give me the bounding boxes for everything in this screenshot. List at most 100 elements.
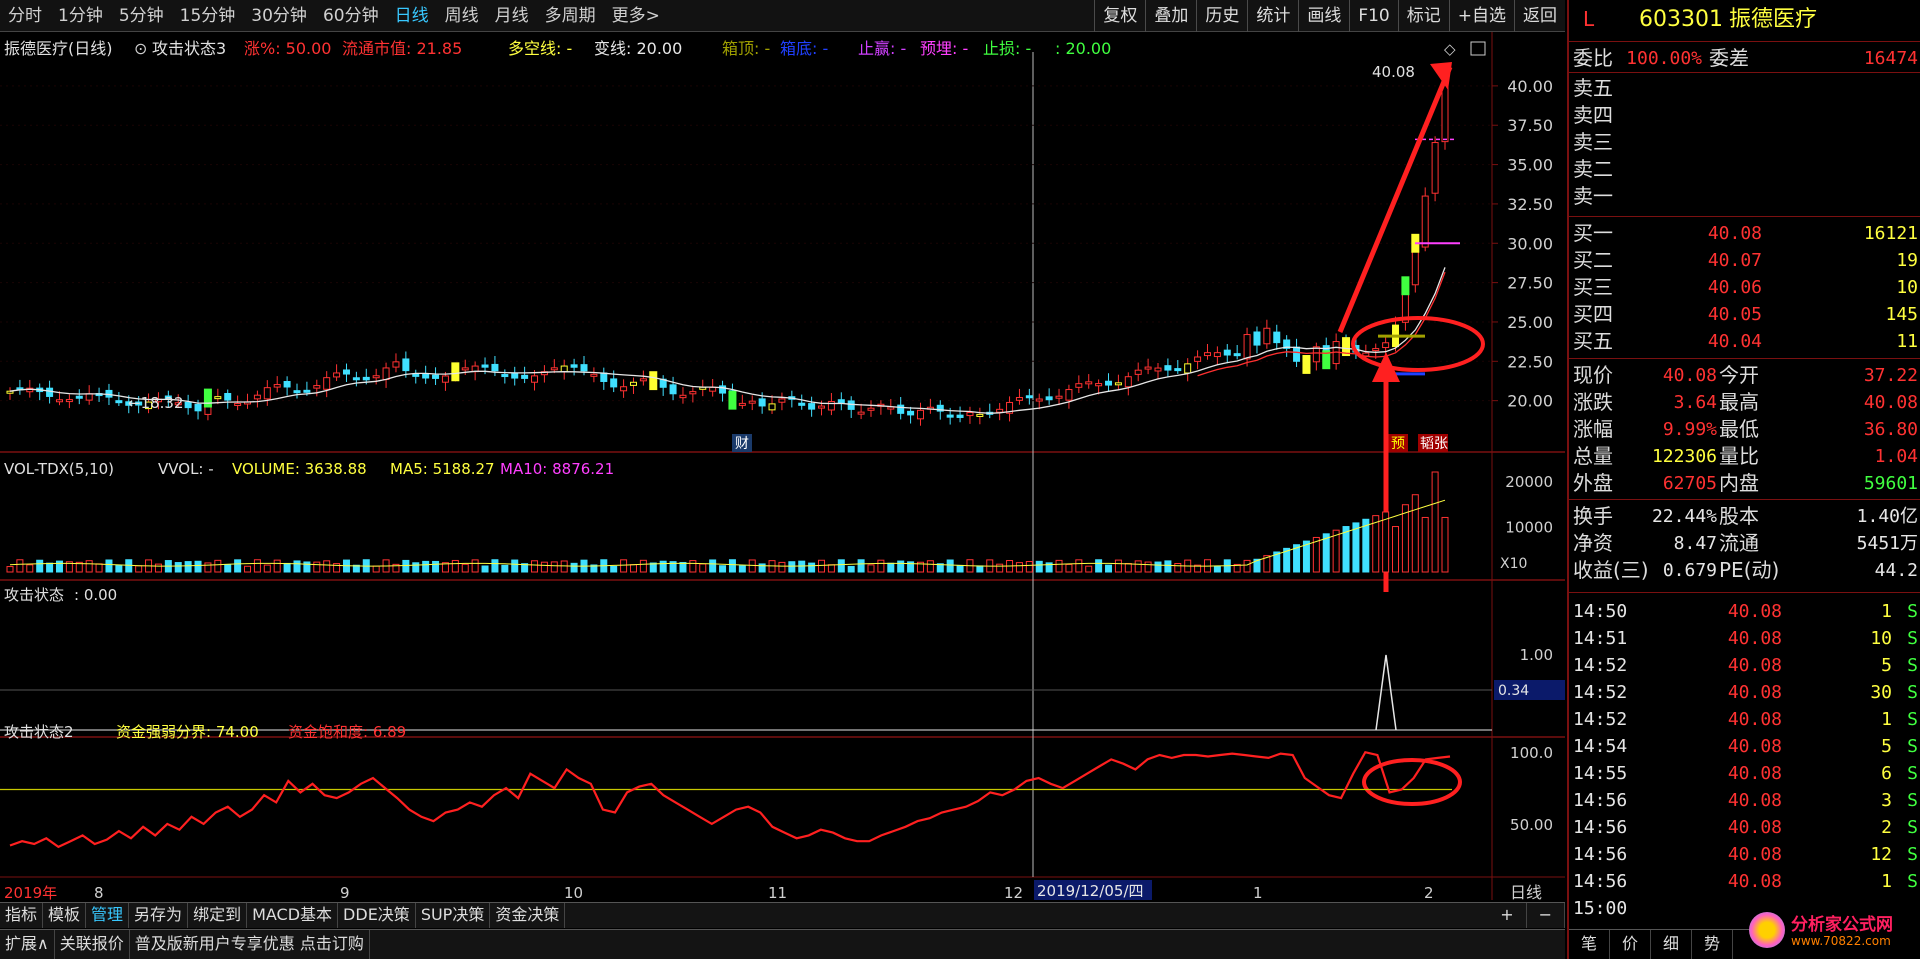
stat-value: 1.40亿 bbox=[1856, 506, 1918, 527]
volume-bar bbox=[728, 559, 736, 573]
indicator-tab-5[interactable]: MACD基本 bbox=[247, 903, 339, 928]
volume-bar bbox=[135, 565, 143, 573]
sell-level-3: 卖三 bbox=[1573, 130, 1613, 154]
period-tab-2[interactable]: 5分钟 bbox=[111, 0, 172, 32]
candle bbox=[1243, 327, 1251, 367]
quote-tab-0[interactable]: 笔 bbox=[1569, 930, 1611, 959]
candle bbox=[897, 396, 905, 420]
tool-button-4[interactable]: 画线 bbox=[1298, 0, 1349, 32]
chart-area[interactable]: 振德医疗(日线) ⊙ 攻击状态3 涨%: 50.00 流通市值: 21.85 多空线: -… bbox=[0, 32, 1565, 900]
period-tab-1[interactable]: 1分钟 bbox=[50, 0, 111, 32]
volume-bar bbox=[55, 560, 63, 573]
volume-bar bbox=[154, 563, 162, 573]
ext-tab-0[interactable]: 扩展∧ bbox=[0, 930, 55, 959]
candle bbox=[1124, 372, 1132, 396]
indicator-tab-6[interactable]: DDE决策 bbox=[338, 903, 416, 928]
volume-bar bbox=[1392, 526, 1400, 573]
tick-price: 40.08 bbox=[1727, 736, 1782, 757]
stat-value: 40.08 bbox=[1662, 365, 1717, 386]
tick-time: 14:54 bbox=[1573, 736, 1628, 757]
candle bbox=[253, 390, 261, 408]
candle bbox=[392, 353, 400, 373]
tick-volume: 2 bbox=[1881, 817, 1892, 838]
stat-value: 5451万 bbox=[1856, 533, 1918, 554]
weicha-label: 委差 bbox=[1709, 46, 1749, 70]
volume-bar bbox=[501, 564, 509, 573]
volume-bar bbox=[758, 563, 766, 573]
tick-volume: 6 bbox=[1881, 763, 1892, 784]
period-tab-5[interactable]: 60分钟 bbox=[315, 0, 387, 32]
volume-bar bbox=[224, 564, 232, 573]
volume-bar bbox=[1015, 562, 1023, 573]
candle bbox=[857, 403, 865, 420]
candle bbox=[669, 376, 677, 401]
tool-button-6[interactable]: 标记 bbox=[1397, 0, 1449, 32]
period-tab-3[interactable]: 15分钟 bbox=[172, 0, 244, 32]
stock-name: 振德医疗 bbox=[1729, 7, 1818, 32]
tick-direction: S bbox=[1907, 736, 1918, 757]
ext-tab-1[interactable]: 关联报价 bbox=[55, 930, 130, 959]
period-tab-8[interactable]: 月线 bbox=[487, 0, 537, 32]
tick-volume: 1 bbox=[1881, 871, 1892, 892]
tick-direction: S bbox=[1907, 871, 1918, 892]
tool-button-0[interactable]: 复权 bbox=[1094, 0, 1145, 32]
tool-button-2[interactable]: 历史 bbox=[1196, 0, 1247, 32]
volume-bar bbox=[1342, 526, 1350, 573]
volume-bar bbox=[174, 562, 182, 573]
tick-volume: 5 bbox=[1881, 655, 1892, 676]
candle bbox=[1312, 342, 1320, 371]
indicator-tab-3[interactable]: 另存为 bbox=[129, 903, 189, 928]
volume-bar bbox=[1134, 560, 1142, 573]
quote-tab-2[interactable]: 细 bbox=[1651, 930, 1693, 959]
period-tab-6[interactable]: 日线 bbox=[387, 0, 437, 32]
indicator-item-6: 止赢: - bbox=[858, 39, 906, 58]
y-label-7: 22.50 bbox=[1507, 352, 1553, 371]
tick-time: 14:55 bbox=[1573, 763, 1628, 784]
tool-button-1[interactable]: 叠加 bbox=[1145, 0, 1196, 32]
candle bbox=[95, 387, 103, 402]
period-tab-9[interactable]: 多周期 bbox=[537, 0, 604, 32]
stat-value: 9.99% bbox=[1662, 419, 1717, 440]
candle bbox=[620, 379, 628, 398]
tool-button-5[interactable]: F10 bbox=[1349, 0, 1397, 32]
tool-button-7[interactable]: +自选 bbox=[1448, 0, 1514, 32]
period-tab-0[interactable]: 分时 bbox=[0, 0, 50, 32]
logo-name: 分析家公式网 bbox=[1791, 915, 1893, 935]
volume-bar bbox=[926, 560, 934, 573]
attack-value: : 0.00 bbox=[74, 586, 117, 604]
candle bbox=[1105, 373, 1113, 392]
zoom-in-button[interactable]: + bbox=[1488, 903, 1527, 928]
volume-bar bbox=[1352, 522, 1360, 573]
period-tab-4[interactable]: 30分钟 bbox=[243, 0, 315, 32]
volume-bar bbox=[422, 560, 430, 573]
period-tab-10[interactable]: 更多> bbox=[604, 0, 668, 32]
indicator-item-8: 止损: - bbox=[983, 39, 1031, 58]
vol-ma5-line bbox=[9, 499, 1446, 567]
volume-bar bbox=[1332, 529, 1340, 573]
buy-volume: 16121 bbox=[1863, 223, 1918, 244]
quote-tab-1[interactable]: 价 bbox=[1610, 930, 1652, 959]
tool-button-8[interactable]: 返回 bbox=[1514, 0, 1565, 32]
tick-direction: S bbox=[1907, 790, 1918, 811]
zoom-out-button[interactable]: − bbox=[1527, 903, 1565, 928]
x-label-6: 1 bbox=[1253, 884, 1263, 900]
indicator-tab-1[interactable]: 模板 bbox=[43, 903, 87, 928]
indicator-tab-4[interactable]: 绑定到 bbox=[188, 903, 248, 928]
period-tab-7[interactable]: 周线 bbox=[437, 0, 487, 32]
indicator-tab-2[interactable]: 管理 bbox=[86, 903, 130, 928]
quote-tab-3[interactable]: 势 bbox=[1692, 930, 1734, 959]
candle bbox=[1134, 362, 1142, 382]
tick-direction: S bbox=[1907, 763, 1918, 784]
indicator-tab-8[interactable]: 资金决策 bbox=[490, 903, 566, 928]
diamond-icon: ◇ bbox=[1444, 40, 1456, 58]
buy-price: 40.06 bbox=[1707, 277, 1762, 298]
buy-price: 40.08 bbox=[1707, 223, 1762, 244]
y-label-3: 32.50 bbox=[1507, 195, 1553, 214]
indicator-tab-0[interactable]: 指标 bbox=[0, 903, 44, 928]
volume-bar bbox=[26, 564, 34, 573]
ext-tab-2[interactable]: 普及版新用户专享优惠 点击订购 bbox=[130, 930, 370, 959]
indicator-tab-7[interactable]: SUP决策 bbox=[416, 903, 491, 928]
tool-button-3[interactable]: 统计 bbox=[1247, 0, 1298, 32]
volume-bar bbox=[837, 559, 845, 573]
candle bbox=[560, 359, 568, 380]
